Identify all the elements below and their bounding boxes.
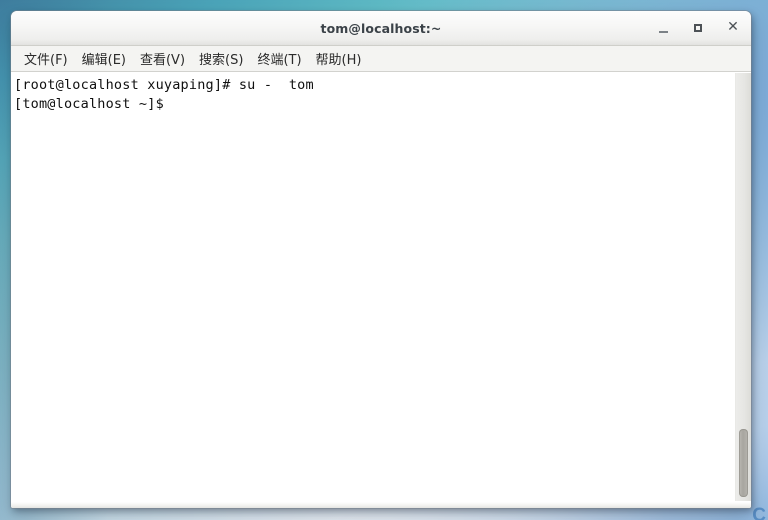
terminal-output[interactable]: [root@localhost xuyaping]# su - tom [tom… xyxy=(11,73,735,501)
desktop-background: C tom@localhost:~ ✕ 文件(F) 编辑(E) 查看(V) 搜索… xyxy=(0,0,768,520)
minimize-button[interactable] xyxy=(653,18,673,38)
window-bottom-edge xyxy=(11,501,751,508)
close-icon: ✕ xyxy=(727,19,739,35)
menu-item-file[interactable]: 文件(F) xyxy=(17,47,75,71)
maximize-icon xyxy=(694,24,702,32)
desktop-corner-letter: C xyxy=(752,505,766,520)
menu-bar: 文件(F) 编辑(E) 查看(V) 搜索(S) 终端(T) 帮助(H) xyxy=(11,46,751,72)
scrollbar-thumb[interactable] xyxy=(739,429,748,497)
terminal-area: [root@localhost xuyaping]# su - tom [tom… xyxy=(11,72,751,501)
terminal-line: [root@localhost xuyaping]# su - tom xyxy=(14,77,314,93)
maximize-button[interactable] xyxy=(688,18,708,38)
menu-item-terminal[interactable]: 终端(T) xyxy=(250,47,308,71)
menu-item-help[interactable]: 帮助(H) xyxy=(309,47,369,71)
terminal-line: [tom@localhost ~]$ xyxy=(14,96,164,112)
menu-item-view[interactable]: 查看(V) xyxy=(133,47,192,71)
menu-item-search[interactable]: 搜索(S) xyxy=(192,47,250,71)
window-titlebar[interactable]: tom@localhost:~ ✕ xyxy=(11,11,751,46)
terminal-window: tom@localhost:~ ✕ 文件(F) 编辑(E) 查看(V) 搜索(S… xyxy=(11,11,751,508)
terminal-scrollbar[interactable] xyxy=(735,73,751,501)
close-button[interactable]: ✕ xyxy=(723,18,743,38)
window-title: tom@localhost:~ xyxy=(320,20,442,36)
window-controls: ✕ xyxy=(653,11,743,45)
menu-item-edit[interactable]: 编辑(E) xyxy=(75,47,133,71)
minimize-icon xyxy=(658,30,668,33)
